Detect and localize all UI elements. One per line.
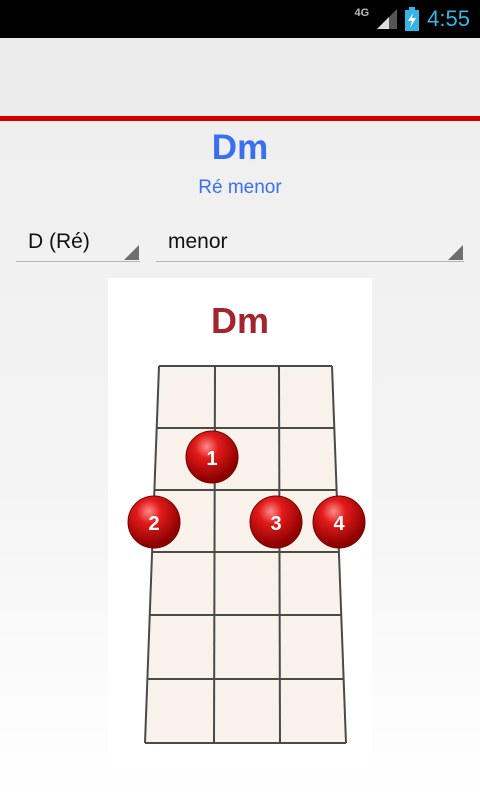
chord-title: Dm [211,128,269,167]
finger-dot-2: 2 [127,495,181,549]
accent-divider [0,116,480,121]
finger-dot-1: 1 [185,430,239,484]
status-icons: 4G 4:55 [354,0,470,38]
dropdown-arrow-icon [448,245,463,260]
finger-number: 3 [270,513,281,535]
finger-number: 2 [148,513,159,535]
fretboard [145,366,346,743]
chord-diagram-svg: Dm 1 2 3 4 [127,300,366,744]
clock: 4:55 [427,6,470,31]
string-line [213,365,216,744]
chord-diagram: Dm 1 2 3 4 [108,278,372,768]
network-type-label: 4G [354,7,370,19]
finger-number: 1 [206,448,217,470]
dropdown-arrow-icon [124,245,139,260]
signal-icon [377,9,398,29]
finger-dot-4: 4 [312,495,366,549]
finger-dot-3: 3 [249,495,303,549]
root-note-spinner[interactable]: D (Ré) [16,221,140,262]
string-line [278,365,281,744]
root-note-value: D (Ré) [28,230,90,253]
chord-subtitle: Ré menor [198,177,282,198]
chord-quality-spinner[interactable]: menor [156,221,464,262]
diagram-title: Dm [211,300,269,341]
chord-quality-value: menor [168,230,228,253]
finger-number: 4 [333,513,345,535]
battery-charging-icon [405,7,420,31]
action-bar [0,38,480,116]
status-bar: 4G 4:55 [0,0,480,38]
